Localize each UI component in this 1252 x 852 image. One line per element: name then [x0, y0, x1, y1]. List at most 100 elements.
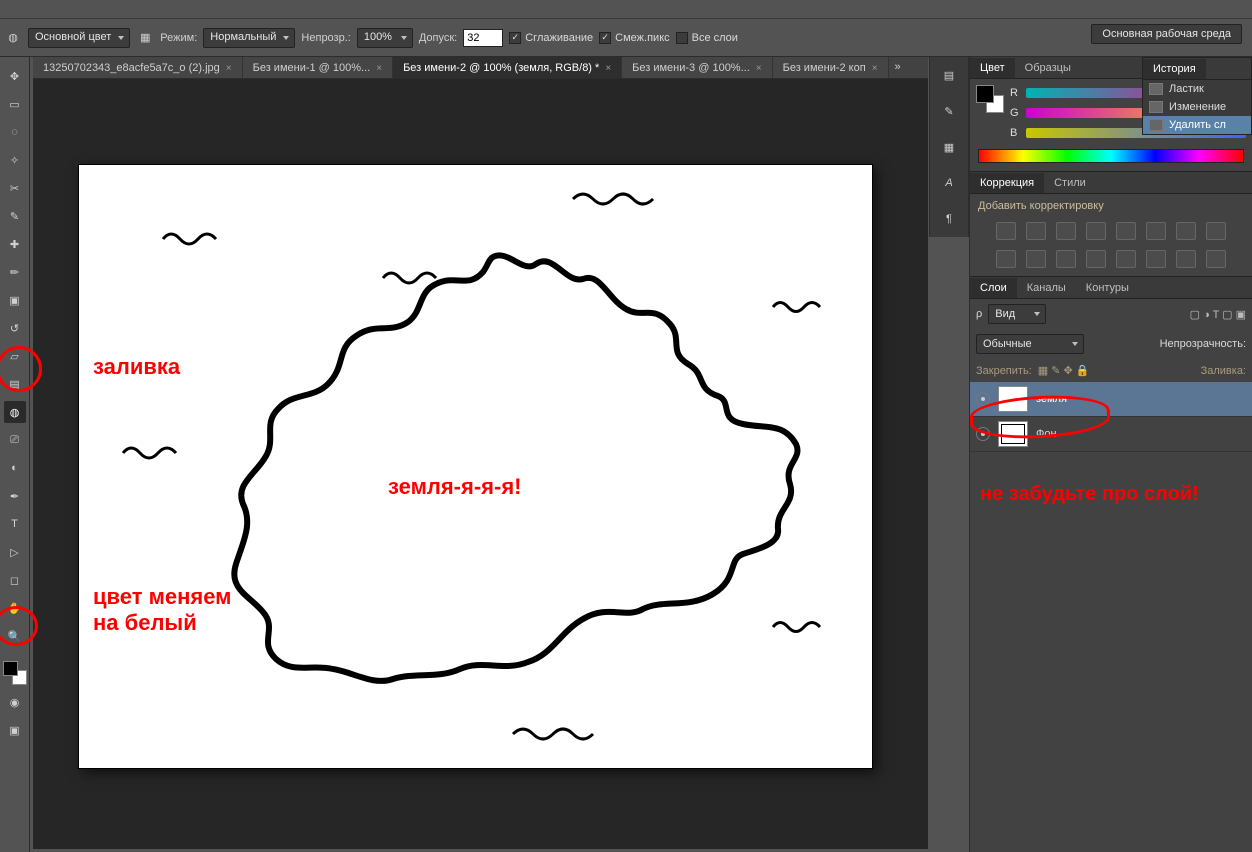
pen-tool-icon[interactable]: ✒ [4, 485, 26, 507]
wave-mark [378, 264, 458, 292]
document-canvas[interactable]: заливка цвет меняем на белый земля-я-я-я… [78, 164, 873, 769]
lock-fill-row: Закрепить: ▦ ✎ ✥ 🔒 Заливка: [970, 359, 1252, 382]
close-icon[interactable]: × [376, 63, 382, 74]
history-label: Изменение [1169, 101, 1226, 113]
tab-history[interactable]: История [1143, 59, 1206, 79]
annotation-land: земля-я-я-я! [388, 474, 522, 500]
tab-swatches[interactable]: Образцы [1015, 58, 1081, 78]
fill-source-select[interactable]: Основной цвет [28, 28, 130, 48]
shape-tool-icon[interactable]: ◻ [4, 569, 26, 591]
path-select-tool-icon[interactable]: ▷ [4, 541, 26, 563]
tab-styles[interactable]: Стили [1044, 173, 1096, 193]
tab-label: Без имени-2 коп [783, 62, 866, 74]
menu-bar[interactable] [0, 0, 1252, 19]
wave-mark [768, 614, 838, 640]
zoom-tool-icon[interactable]: 🔍 [4, 625, 26, 647]
hand-tool-icon[interactable]: ✋ [4, 597, 26, 619]
history-thumb [1149, 101, 1163, 113]
pattern-picker-icon[interactable]: ▦ [136, 29, 154, 47]
magic-wand-tool-icon[interactable]: ✧ [4, 149, 26, 171]
contiguous-label: Смеж.пикс [615, 32, 669, 44]
all-layers-label: Все слои [692, 32, 738, 44]
layer-thumbnail[interactable] [998, 421, 1028, 447]
layer-row[interactable]: Фон [970, 417, 1252, 452]
layer-list: земля Фон [970, 382, 1252, 452]
stamp-tool-icon[interactable]: ▣ [4, 289, 26, 311]
screenmode-icon[interactable]: ▣ [4, 719, 26, 741]
color-swatch-tool[interactable] [3, 661, 27, 685]
blend-mode-label: Режим: [160, 32, 197, 44]
swatches-dock-icon[interactable]: ▦ [937, 137, 961, 157]
paragraph-dock-icon[interactable]: ¶ [937, 209, 961, 229]
tolerance-field[interactable]: 32 [463, 29, 503, 47]
layer-name[interactable]: земля [1036, 393, 1067, 405]
close-icon[interactable]: × [605, 63, 611, 74]
blur-tool-icon[interactable]: ⎚ [4, 429, 26, 451]
visibility-toggle-icon[interactable] [976, 427, 990, 441]
history-dock-icon[interactable]: ▤ [937, 65, 961, 85]
annotation-color-swap: цвет меняем на белый [93, 584, 231, 637]
close-icon[interactable]: × [756, 63, 762, 74]
close-icon[interactable]: × [226, 63, 232, 74]
tab-layers[interactable]: Слои [970, 278, 1017, 298]
tab-paths[interactable]: Контуры [1076, 278, 1139, 298]
document-tab[interactable]: Без имени-2 @ 100% (земля, RGB/8) * × [393, 57, 622, 78]
history-label: Удалить сл [1169, 119, 1226, 131]
layer-name[interactable]: Фон [1036, 428, 1057, 440]
history-brush-tool-icon[interactable]: ↺ [4, 317, 26, 339]
history-row[interactable]: Удалить сл [1143, 116, 1251, 134]
annotation-fill: заливка [93, 354, 180, 380]
collapsed-dock: ▤ ✎ ▦ A ¶ [929, 57, 969, 237]
spectrum-picker[interactable] [978, 149, 1244, 163]
brush-dock-icon[interactable]: ✎ [937, 101, 961, 121]
layer-filter-row[interactable]: ρ Вид ▢ ◑ T ▢ ▣ [970, 299, 1252, 329]
wave-mark [158, 224, 238, 254]
color-swatch[interactable] [976, 85, 1004, 113]
history-panel-floater[interactable]: История Ластик Изменение Удалить сл [1142, 57, 1252, 135]
opacity-field[interactable]: 100% [357, 28, 413, 48]
document-tab[interactable]: Без имени-3 @ 100%...× [622, 57, 772, 78]
paint-bucket-icon: ◍ [4, 29, 22, 47]
history-row[interactable]: Ластик [1143, 80, 1251, 98]
quickmask-icon[interactable]: ◉ [4, 691, 26, 713]
layers-header: Слои Каналы Контуры [970, 277, 1252, 299]
move-tool-icon[interactable]: ✥ [4, 65, 26, 87]
filter-kind-select[interactable]: Вид [988, 304, 1046, 324]
layer-thumbnail[interactable] [998, 386, 1028, 412]
tab-label: Без имени-2 @ 100% (земля, RGB/8) * [403, 62, 599, 74]
tab-overflow[interactable]: » [889, 57, 907, 78]
layer-row[interactable]: земля [970, 382, 1252, 417]
crop-tool-icon[interactable]: ✂ [4, 177, 26, 199]
dodge-tool-icon[interactable]: ◐ [4, 457, 26, 479]
brush-tool-icon[interactable]: ✏ [4, 261, 26, 283]
contiguous-checkbox[interactable]: ✓Смеж.пикс [599, 32, 669, 44]
all-layers-checkbox[interactable]: Все слои [676, 32, 738, 44]
eyedropper-tool-icon[interactable]: ✎ [4, 205, 26, 227]
lasso-tool-icon[interactable]: ◌ [4, 121, 26, 143]
tab-channels[interactable]: Каналы [1017, 278, 1076, 298]
history-row[interactable]: Изменение [1143, 98, 1251, 116]
adjustment-icons[interactable] [970, 218, 1252, 276]
antialias-checkbox[interactable]: ✓Сглаживание [509, 32, 593, 44]
g-label: G [1010, 107, 1020, 119]
history-thumb [1149, 119, 1163, 131]
healing-brush-tool-icon[interactable]: ✚ [4, 233, 26, 255]
document-tab[interactable]: 13250702343_e8acfe5a7c_o (2).jpg× [33, 57, 243, 78]
tab-color[interactable]: Цвет [970, 58, 1015, 78]
type-tool-icon[interactable]: T [4, 513, 26, 535]
visibility-toggle-icon[interactable] [976, 392, 990, 406]
adjustments-header: Коррекция Стили [970, 172, 1252, 194]
gradient-tool-icon[interactable]: ▤ [4, 373, 26, 395]
document-tab[interactable]: Без имени-2 коп × [773, 57, 889, 78]
workspace-button[interactable]: Основная рабочая среда [1091, 24, 1242, 44]
document-tab[interactable]: Без имени-1 @ 100%...× [243, 57, 393, 78]
paint-bucket-tool-icon[interactable]: ◍ [4, 401, 26, 423]
right-panels: Цвет Образцы R G B Коррекция Стили Добав… [969, 57, 1252, 852]
tab-adjustments[interactable]: Коррекция [970, 173, 1044, 193]
blend-mode-select[interactable]: Нормальный [203, 28, 295, 48]
blend-mode-select-layers[interactable]: Обычные [976, 334, 1084, 354]
marquee-tool-icon[interactable]: ▭ [4, 93, 26, 115]
eraser-tool-icon[interactable]: ▱ [4, 345, 26, 367]
character-dock-icon[interactable]: A [937, 173, 961, 193]
close-icon[interactable]: × [872, 63, 878, 74]
